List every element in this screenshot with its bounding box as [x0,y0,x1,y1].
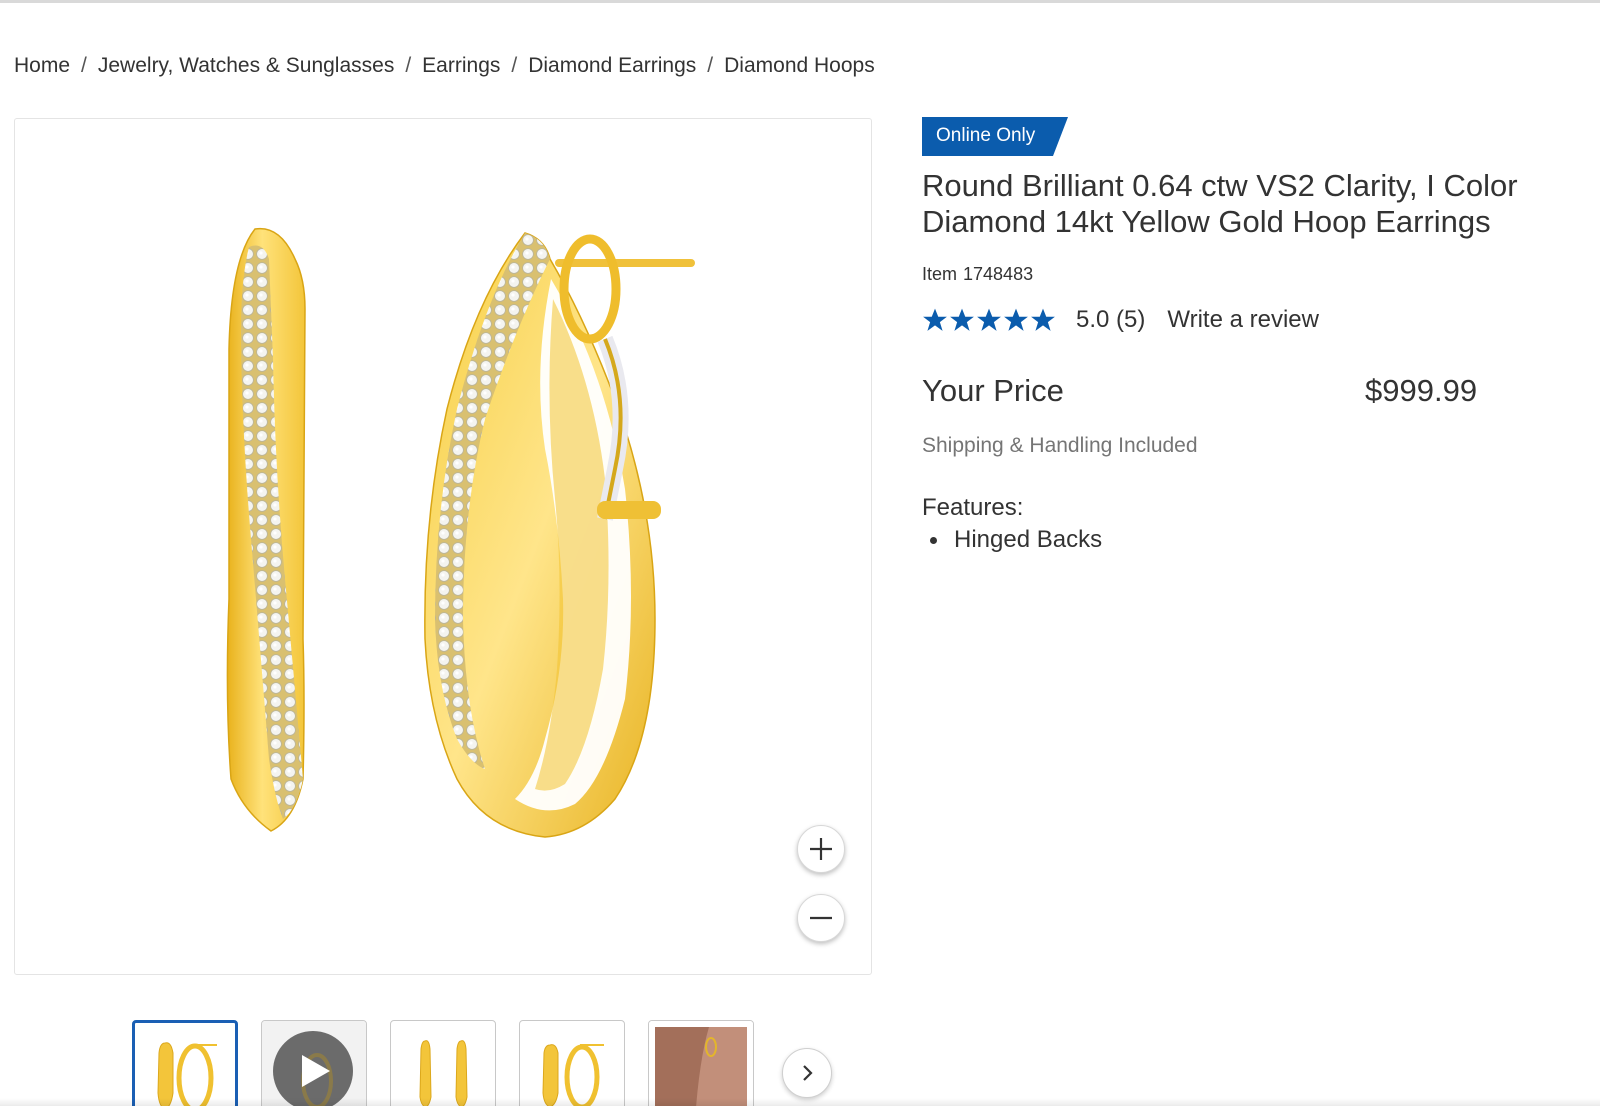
star-icon [1004,308,1028,331]
breadcrumb-separator: / [511,54,518,77]
thumbnail-5[interactable] [648,1020,754,1106]
item-number: Item 1748483 [922,264,1033,285]
zoom-in-button[interactable] [797,825,845,873]
thumbnail-image [157,1042,217,1106]
price-label: Your Price [922,373,1064,408]
breadcrumb: Home / Jewelry, Watches & Sunglasses / E… [14,52,875,80]
thumbnail-4[interactable] [519,1020,625,1106]
zoom-out-button[interactable] [797,894,845,942]
thumbnail-video[interactable] [261,1020,367,1106]
price-value: $999.99 [1365,373,1478,408]
product-image-viewer[interactable] [14,118,872,975]
thumbnail-3[interactable] [390,1020,496,1106]
thumbnail-1[interactable] [132,1020,238,1106]
badge-label: Online Only [936,125,1036,146]
thumbnail-strip [132,1020,754,1106]
breadcrumb-separator: / [707,54,714,77]
bottom-fade [0,1098,1600,1106]
breadcrumb-home[interactable]: Home [14,54,70,78]
star-icon [923,308,947,331]
star-icon [977,308,1001,331]
breadcrumb-earrings[interactable]: Earrings [422,54,500,78]
item-label: Item [922,264,958,284]
shipping-note: Shipping & Handling Included [922,434,1198,457]
feature-text: Hinged Backs [954,526,1103,553]
product-title: Round Brilliant 0.64 ctw VS2 Clarity, I … [922,168,1518,239]
product-image [226,227,695,838]
online-only-badge: Online Only [922,117,1068,156]
thumbnail-image [542,1044,604,1106]
thumbnail-image [419,1040,468,1106]
rating-row: 5.0 (5) Write a review [922,304,1319,336]
minus-icon [810,916,832,920]
star-rating[interactable] [922,307,1056,333]
feature-item: Hinged Backs [930,526,1102,554]
rating-summary[interactable]: 5.0 (5) [1076,306,1145,334]
star-icon [1031,308,1055,331]
breadcrumb-jewelry[interactable]: Jewelry, Watches & Sunglasses [98,54,394,78]
top-divider [0,0,1600,3]
features-list: Hinged Backs [930,526,1102,554]
thumbnail-image [649,1021,753,1106]
plus-icon [810,838,832,860]
chevron-right-icon [803,1065,813,1081]
play-icon [302,1055,330,1087]
breadcrumb-separator: / [405,54,412,77]
star-icon [950,308,974,331]
write-review-link[interactable]: Write a review [1167,306,1319,334]
item-number-value: 1748483 [963,264,1034,284]
thumbnail-next-button[interactable] [782,1048,832,1098]
breadcrumb-diamond-earrings[interactable]: Diamond Earrings [528,54,696,78]
bullet-icon [930,536,937,544]
breadcrumb-separator: / [81,54,87,77]
features-heading: Features: [922,494,1024,521]
breadcrumb-diamond-hoops[interactable]: Diamond Hoops [724,54,875,78]
